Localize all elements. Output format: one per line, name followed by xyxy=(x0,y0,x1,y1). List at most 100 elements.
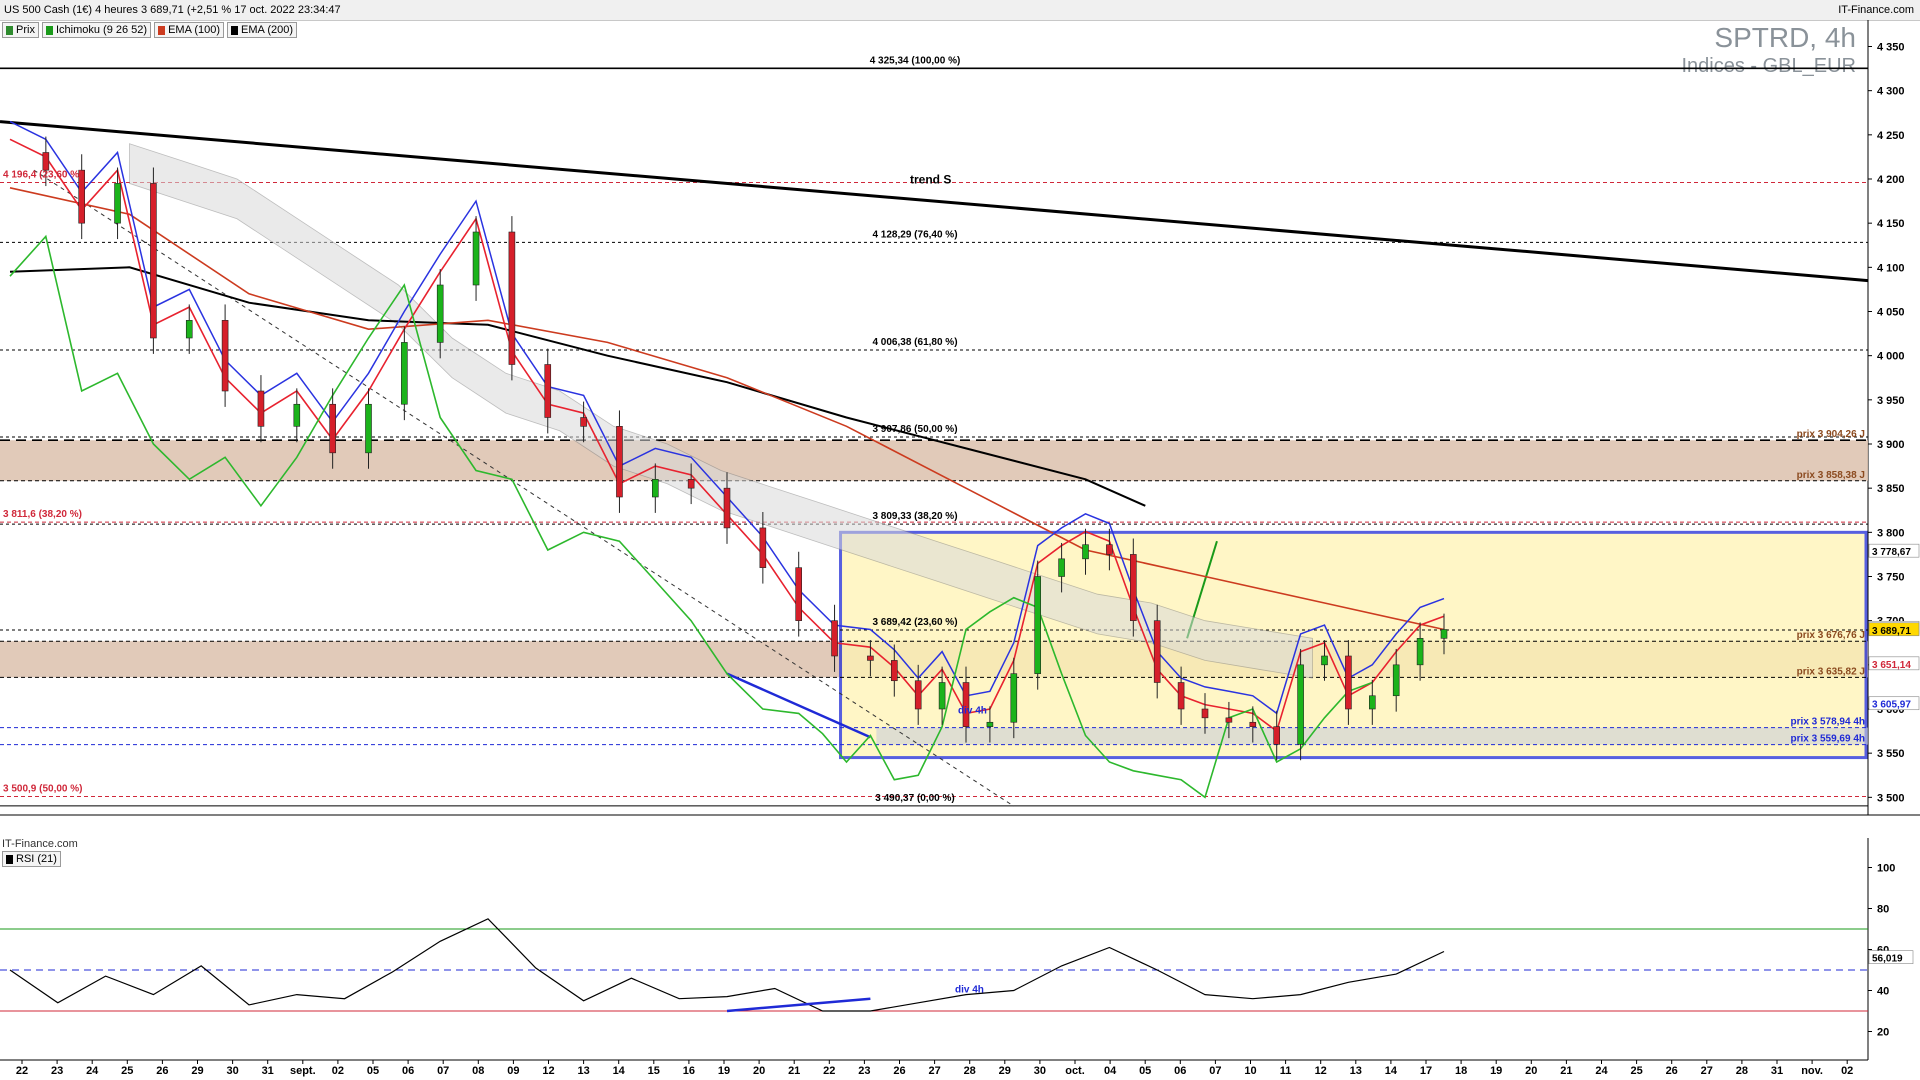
candle-body xyxy=(1392,664,1400,697)
price-level-label: prix 3 676,76 J xyxy=(1797,630,1865,641)
x-tick-label: 14 xyxy=(613,1065,626,1077)
x-tick-label: 26 xyxy=(893,1065,905,1077)
value-tag-label: 3 778,67 xyxy=(1872,547,1911,558)
x-tick-label: 05 xyxy=(367,1065,379,1077)
y-tick-label: 4 000 xyxy=(1877,351,1905,363)
y-tick-label: 3 500 xyxy=(1877,792,1905,804)
x-tick-label: 27 xyxy=(928,1065,940,1077)
rsi-legend[interactable]: RSI (21) xyxy=(2,851,61,867)
x-tick-label: 31 xyxy=(1771,1065,1783,1077)
rsi-divergence-arrow xyxy=(726,997,871,1013)
y-tick-label: 3 850 xyxy=(1877,483,1905,495)
x-tick-label: 07 xyxy=(437,1065,449,1077)
candle-body xyxy=(401,342,408,405)
x-tick-label: 05 xyxy=(1139,1065,1151,1077)
fib-level-label: 4 128,29 (76,40 %) xyxy=(872,229,957,240)
x-tick-label: 10 xyxy=(1244,1065,1256,1077)
candle-body xyxy=(938,682,946,710)
legend-rsi[interactable]: RSI (21) xyxy=(2,851,61,867)
fib-level-label: 3 490,37 (0,00 %) xyxy=(875,793,955,804)
rsi-y-tick-label: 40 xyxy=(1877,986,1889,998)
rsi-divergence-label: div 4h xyxy=(955,985,984,996)
price-chart[interactable]: 4 325,34 (100,00 %) 4 128,29 (76,40 %) 4 0… xyxy=(0,0,1920,1080)
x-tick-label: 17 xyxy=(1420,1065,1432,1077)
x-tick-label: 20 xyxy=(753,1065,765,1077)
candle-body xyxy=(651,479,659,498)
x-tick-label: 28 xyxy=(1736,1065,1748,1077)
candle-body xyxy=(42,152,50,171)
x-tick-label: 13 xyxy=(577,1065,589,1077)
y-tick-label: 4 200 xyxy=(1877,174,1905,186)
value-tag-label: 3 651,14 xyxy=(1872,660,1911,671)
y-tick-label: 4 350 xyxy=(1877,42,1905,54)
candle-body xyxy=(867,655,874,661)
trend-label: trend S xyxy=(910,172,951,186)
x-tick-label: 24 xyxy=(1595,1065,1608,1077)
divergence-label: div 4h xyxy=(958,705,987,716)
fib-level-label: 3 809,33 (38,20 %) xyxy=(872,511,957,522)
candle-body xyxy=(1297,664,1304,745)
x-tick-label: 08 xyxy=(472,1065,484,1077)
candle-body xyxy=(365,403,372,454)
candle-body xyxy=(1273,726,1280,745)
x-tick-label: 19 xyxy=(718,1065,730,1077)
rsi-y-tick-label: 20 xyxy=(1877,1027,1889,1039)
x-tick-label: 23 xyxy=(51,1065,63,1077)
x-tick-label: 20 xyxy=(1525,1065,1537,1077)
fib-level-label: 4 325,34 (100,00 %) xyxy=(870,55,961,66)
candle-body xyxy=(257,390,265,427)
price-level-label: prix 3 559,69 4h xyxy=(1791,734,1866,745)
candle-body xyxy=(1321,655,1328,666)
trend-line xyxy=(0,120,1869,283)
candle-body xyxy=(221,320,229,392)
zone-3578-3559 xyxy=(876,727,1868,745)
x-tick-label: 09 xyxy=(507,1065,519,1077)
x-tick-label: 02 xyxy=(332,1065,344,1077)
x-tick-label: oct. xyxy=(1065,1065,1085,1077)
rsi-value-tag-label: 56,019 xyxy=(1872,954,1903,965)
x-tick-label: 25 xyxy=(1630,1065,1642,1077)
candle-body xyxy=(1058,558,1065,577)
y-tick-label: 3 550 xyxy=(1877,748,1905,760)
candle-body xyxy=(580,417,587,427)
candle-body xyxy=(1034,576,1041,674)
candle-body xyxy=(795,567,803,621)
x-tick-label: 11 xyxy=(1280,1065,1292,1077)
x-tick-label: 14 xyxy=(1385,1065,1398,1077)
price-level-label: prix 3 858,38 J xyxy=(1797,470,1865,481)
fib-level-label: 3 689,42 (23,60 %) xyxy=(872,617,957,628)
x-tick-label: 21 xyxy=(1560,1065,1572,1077)
candle-body xyxy=(723,487,731,529)
legend-rsi-label: RSI (21) xyxy=(16,853,57,865)
x-tick-label: 30 xyxy=(226,1065,238,1077)
x-tick-label: 23 xyxy=(858,1065,870,1077)
y-tick-label: 4 150 xyxy=(1877,218,1905,230)
value-tag-label: 3 689,71 xyxy=(1872,626,1911,637)
x-tick-label: nov. xyxy=(1801,1065,1823,1077)
x-tick-label: 22 xyxy=(16,1065,28,1077)
candle-body xyxy=(1130,554,1137,621)
candle-body xyxy=(1010,673,1018,723)
price-level-label: prix 3 635,82 J xyxy=(1797,666,1865,677)
candle-body xyxy=(1201,708,1209,719)
y-tick-label: 3 900 xyxy=(1877,439,1905,451)
x-tick-label: 27 xyxy=(1701,1065,1713,1077)
x-tick-label: 22 xyxy=(823,1065,835,1077)
rsi-y-tick-label: 100 xyxy=(1877,863,1895,875)
y-tick-label: 3 950 xyxy=(1877,395,1905,407)
x-tick-label: 18 xyxy=(1455,1065,1467,1077)
rsi-line xyxy=(9,918,1445,1012)
x-tick-label: 13 xyxy=(1350,1065,1362,1077)
left-level-label: 4 196,4 (23,60 %) xyxy=(3,170,83,181)
y-tick-label: 3 800 xyxy=(1877,527,1905,539)
value-tag-label: 3 605,97 xyxy=(1872,700,1911,711)
fib-level-label: 4 006,38 (61,80 %) xyxy=(872,337,957,348)
chart-watermark: IT-Finance.com xyxy=(2,838,78,850)
x-tick-label: 12 xyxy=(542,1065,554,1077)
x-tick-label: 26 xyxy=(156,1065,168,1077)
candle-body xyxy=(114,183,121,224)
candle-body xyxy=(293,403,301,427)
candle-body xyxy=(185,320,193,339)
candle-body xyxy=(1082,544,1089,560)
candle-body xyxy=(1106,544,1113,555)
